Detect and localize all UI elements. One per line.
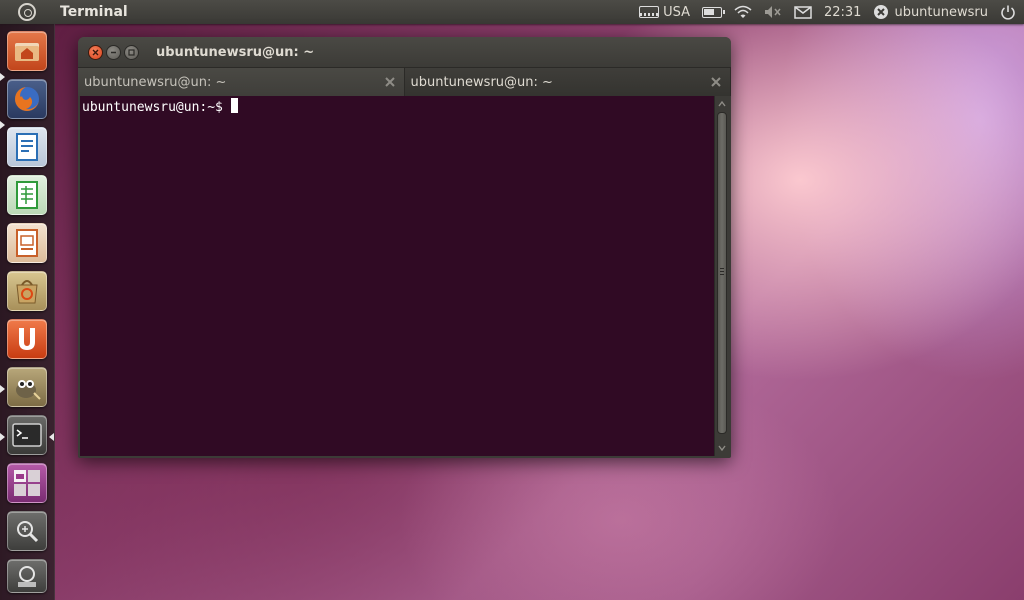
running-indicator [0,433,5,441]
ubuntu-logo-button[interactable] [0,0,54,24]
network-indicator[interactable] [734,0,752,24]
launcher-ubuntu-one[interactable] [7,319,47,359]
calc-icon [16,181,38,209]
workspaces-icon [14,470,40,496]
software-center-icon [16,280,38,304]
close-icon [711,77,721,87]
grip-icon [720,268,724,276]
launcher-writer[interactable] [7,127,47,167]
terminal-output[interactable]: ubuntunewsru@un:~$ [80,96,714,456]
terminal-window: ubuntunewsru@un: ~ ubuntunewsru@un: ~ ub… [78,37,731,458]
launcher-gimp[interactable] [7,367,47,407]
files-lens-icon [18,566,36,587]
tab-close-button[interactable] [710,76,722,88]
keyboard-indicator[interactable]: USA [639,0,690,24]
window-titlebar[interactable]: ubuntunewsru@un: ~ [78,37,731,67]
window-close-button[interactable] [88,44,103,60]
ubuntu-logo-icon [18,3,36,21]
launcher-software-center[interactable] [7,271,47,311]
battery-indicator[interactable] [701,0,725,24]
launcher-dash-files[interactable] [7,559,47,593]
terminal-area[interactable]: ubuntunewsru@un:~$ [80,96,729,456]
launcher-firefox[interactable] [7,79,47,119]
minimize-icon [111,51,116,53]
text-cursor [230,98,238,113]
scrollbar[interactable] [714,96,729,456]
window-title: ubuntunewsru@un: ~ [156,44,315,60]
session-indicator[interactable] [1000,0,1016,24]
clock-time: 22:31 [823,4,862,20]
close-icon [384,77,395,87]
power-icon [1000,4,1016,20]
scroll-down-button[interactable] [717,442,727,454]
firefox-icon [15,87,39,111]
launcher-calc[interactable] [7,175,47,215]
launcher-workspaces[interactable] [7,463,47,503]
user-indicator[interactable]: ubuntunewsru [873,0,988,24]
home-folder-icon [15,43,39,61]
active-app-title: Terminal [60,4,128,20]
chevron-up-icon [718,101,726,107]
running-indicator [0,385,5,393]
window-maximize-button[interactable] [124,44,139,60]
tab-bar: ubuntunewsru@un: ~ ubuntunewsru@un: ~ [78,67,731,96]
shell-prompt: ubuntunewsru@un:~$ [82,100,223,115]
tab-1[interactable]: ubuntunewsru@un: ~ [78,68,405,96]
battery-icon [701,6,725,18]
user-name: ubuntunewsru [894,4,988,20]
impress-icon [16,229,38,257]
tab-close-button[interactable] [384,76,396,88]
top-panel: Terminal USA 22:31 ubuntunewsru [0,0,1024,24]
running-indicator [0,73,5,81]
focused-indicator [49,433,54,441]
indicator-area: USA 22:31 ubuntunewsru [627,0,1024,24]
close-icon [92,49,99,55]
tab-2[interactable]: ubuntunewsru@un: ~ [404,68,731,96]
chevron-down-icon [718,445,726,451]
window-minimize-button[interactable] [106,44,121,60]
volume-muted-icon [764,5,782,19]
terminal-icon [12,423,42,447]
ubuntu-one-icon [19,328,35,350]
user-status-icon [873,4,889,20]
scrollbar-thumb[interactable] [717,112,727,434]
wifi-icon [734,5,752,19]
running-indicator [0,121,5,129]
launcher-dash-apps[interactable] [7,511,47,551]
gimp-icon [16,380,41,400]
launcher-home-folder[interactable] [7,31,47,71]
keyboard-layout-label: USA [663,4,690,20]
sound-indicator[interactable] [764,0,782,24]
keyboard-icon [639,6,660,18]
launcher-terminal[interactable] [7,415,47,455]
messaging-indicator[interactable] [794,0,812,24]
clock-indicator[interactable]: 22:31 [824,0,861,24]
launcher [0,24,55,600]
scroll-up-button[interactable] [717,98,727,110]
writer-icon [16,133,38,161]
tab-label: ubuntunewsru@un: ~ [84,74,227,90]
dash-icon [17,521,39,543]
launcher-impress[interactable] [7,223,47,263]
maximize-icon [128,48,135,56]
tab-label: ubuntunewsru@un: ~ [410,74,553,90]
mail-icon [794,5,812,19]
